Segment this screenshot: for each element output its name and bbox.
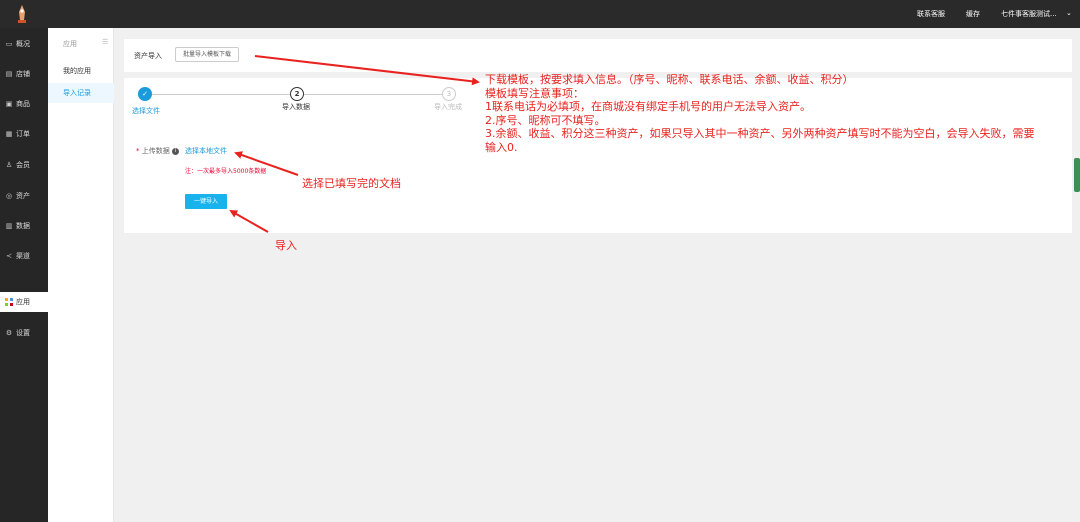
chevron-down-icon[interactable]: ⌄ [1066, 9, 1072, 17]
sidebar-item-label: 订单 [16, 130, 30, 138]
sidebar-item-store[interactable]: ▤ 店铺 [0, 64, 48, 84]
member-icon: ♙ [5, 161, 13, 169]
sidebar-item-label: 数据 [16, 222, 30, 230]
upload-limit-note: 注：一次最多导入5000条数据 [185, 168, 267, 175]
upload-data-label: * 上传数据 i [136, 146, 179, 156]
sidebar-item-data[interactable]: ▥ 数据 [0, 216, 48, 236]
sidebar-item-goods[interactable]: ▣ 商品 [0, 94, 48, 114]
account-menu[interactable]: 七件事客服测试... [1001, 9, 1057, 19]
step-connector [304, 94, 442, 95]
one-click-import-button[interactable]: 一键导入 [185, 194, 227, 209]
download-template-button[interactable]: 批量导入模板下载 [175, 47, 240, 62]
page-title: 资产导入 [134, 52, 162, 60]
sidebar: ▭ 概况 ▤ 店铺 ▣ 商品 ▦ 订单 ♙ 会员 ◎ 资产 ▥ 数据 ≺ 渠道 应用 ⚙ 设置 [0, 28, 48, 522]
subnav-item-label: 我的应用 [63, 67, 91, 75]
asset-import-header: 资产导入 批量导入模板下载 [124, 39, 1072, 72]
asset-icon: ◎ [5, 192, 13, 200]
subnav-title: 应用 [63, 40, 77, 48]
goods-icon: ▣ [5, 100, 13, 108]
step-connector [152, 94, 290, 95]
info-icon[interactable]: i [171, 147, 179, 155]
store-icon: ▤ [5, 70, 13, 78]
app-icon [5, 298, 13, 306]
sidebar-item-label: 应用 [16, 298, 30, 306]
annotation-line: 1联系电话为必填项，在商城没有绑定手机号的用户无法导入资产。 [485, 100, 811, 113]
sidebar-item-apps[interactable]: 应用 [0, 292, 48, 312]
upload-label-text: 上传数据 [141, 147, 170, 155]
scrollbar-thumb[interactable] [1074, 158, 1080, 192]
sidebar-item-overview[interactable]: ▭ 概况 [0, 34, 48, 54]
subnav-item-import-records[interactable]: 导入记录 [48, 83, 114, 103]
sidebar-item-label: 会员 [16, 161, 30, 169]
annotation-template-instructions: 下载模板，按要求填入信息。（序号、昵称、联系电话、余额、收益、积分） 模板填写注… [485, 73, 1035, 154]
monitor-icon: ▭ [5, 40, 13, 48]
sidebar-item-label: 店铺 [16, 70, 30, 78]
sub-navigation: 应用 ☰ 我的应用 导入记录 [48, 28, 114, 522]
logo-icon[interactable] [14, 4, 30, 24]
sidebar-item-label: 资产 [16, 192, 30, 200]
sidebar-item-orders[interactable]: ▦ 订单 [0, 124, 48, 144]
annotation-line: 模板填写注意事项： [485, 86, 584, 100]
sidebar-item-channels[interactable]: ≺ 渠道 [0, 246, 48, 266]
annotation-line: 下载模板，按要求填入信息。（序号、昵称、联系电话、余额、收益、积分） [485, 73, 854, 86]
subnav-item-my-apps[interactable]: 我的应用 [48, 61, 114, 81]
annotation-line: 3.余额、收益、积分这三种资产，如果只导入其中一种资产、另外两种资产填写时不能为… [485, 127, 1035, 140]
step-done-icon: ✓ [138, 87, 152, 101]
step-number-current: 2 [290, 87, 304, 101]
settings-icon: ⚙ [5, 329, 13, 337]
cache-link[interactable]: 缓存 [966, 9, 980, 19]
subnav-item-label: 导入记录 [63, 89, 91, 97]
sidebar-item-assets[interactable]: ◎ 资产 [0, 186, 48, 206]
contact-support-link[interactable]: 联系客服 [917, 9, 945, 19]
order-icon: ▦ [5, 130, 13, 138]
sidebar-item-label: 渠道 [16, 252, 30, 260]
sidebar-item-members[interactable]: ♙ 会员 [0, 155, 48, 175]
sidebar-item-label: 设置 [16, 329, 30, 337]
sidebar-item-label: 商品 [16, 100, 30, 108]
channel-icon: ≺ [6, 252, 12, 260]
data-icon: ▥ [5, 222, 13, 230]
choose-local-file-link[interactable]: 选择本地文件 [185, 146, 227, 156]
menu-icon[interactable]: ☰ [102, 38, 108, 46]
sidebar-item-settings[interactable]: ⚙ 设置 [0, 323, 48, 343]
step-label-import-complete: 导入完成 [434, 103, 462, 111]
annotation-import: 导入 [275, 239, 297, 252]
annotation-line: 2.序号、昵称可不填写。 [485, 113, 606, 127]
top-bar: 联系客服 缓存 七件事客服测试... ⌄ [0, 0, 1080, 28]
step-number-pending: 3 [442, 87, 456, 101]
sidebar-item-label: 概况 [16, 40, 30, 48]
step-label-select-file: 选择文件 [132, 107, 160, 115]
annotation-choose-document: 选择已填写完的文档 [302, 177, 401, 190]
step-label-import-data: 导入数据 [282, 103, 310, 111]
annotation-line: 输入0. [485, 140, 518, 154]
